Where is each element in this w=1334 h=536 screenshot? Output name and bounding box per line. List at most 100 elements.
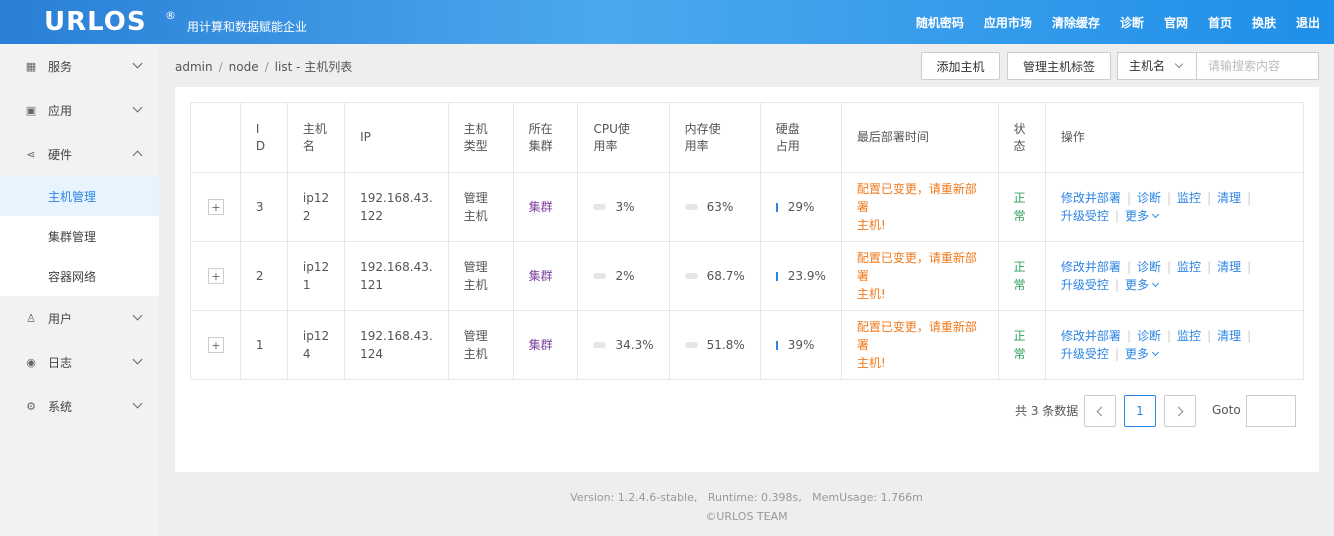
cell-memory: 68.7%	[668, 241, 761, 311]
upgrade-agent-link[interactable]: 升级受控	[1061, 209, 1109, 223]
col-cluster[interactable]: 所在 集群	[512, 102, 579, 173]
action-divider: |	[1247, 191, 1252, 205]
cluster-link[interactable]: 集群	[529, 269, 553, 283]
top-nav: 随机密码 应用市场 清除缓存 诊断 官网 首页 换肤 退出	[896, 0, 1320, 44]
sidebar-item-logs[interactable]: ◉ 日志	[0, 340, 159, 384]
chevron-right-icon	[1173, 406, 1184, 416]
sidebar-item-host-management[interactable]: 主机管理	[0, 176, 159, 216]
nav-diagnose[interactable]: 诊断	[1120, 14, 1144, 31]
cpu-usage-value: 34.3%	[615, 338, 654, 352]
cell-hostname: ip12 1	[286, 241, 346, 311]
expand-row-button[interactable]: +	[208, 199, 224, 215]
cell-host-type: 管理 主机	[447, 241, 514, 311]
sidebar-item-label: 日志	[48, 355, 73, 370]
col-ip[interactable]: IP	[344, 102, 449, 173]
clean-link[interactable]: 清理	[1217, 260, 1241, 274]
footer: Version: 1.2.4.6-stable, Runtime: 0.398s…	[159, 488, 1334, 526]
sidebar-item-users[interactable]: ♙ 用户	[0, 296, 159, 340]
nav-skin[interactable]: 换肤	[1252, 14, 1276, 31]
cluster-link[interactable]: 集群	[529, 200, 553, 214]
nav-logout[interactable]: 退出	[1296, 14, 1320, 31]
col-disk[interactable]: 硬盘 占用	[759, 102, 842, 173]
goto-page-input[interactable]	[1246, 395, 1296, 427]
col-memory[interactable]: 内存使 用率	[668, 102, 761, 173]
search-field-select[interactable]: 主机名	[1117, 52, 1197, 80]
cell-actions: 修改并部署 | 诊断 | 监控 | 清理 | 升级受控 | 更多	[1044, 241, 1305, 311]
expand-row-button[interactable]: +	[208, 268, 224, 284]
cpu-usage-value: 3%	[615, 200, 635, 214]
col-status[interactable]: 状 态	[997, 102, 1046, 173]
breadcrumb-node[interactable]: node	[229, 60, 259, 74]
breadcrumb-list[interactable]: list	[275, 60, 293, 74]
disk-usage-value: 23.9%	[787, 269, 826, 283]
action-divider: |	[1167, 191, 1172, 205]
clean-link[interactable]: 清理	[1217, 329, 1241, 343]
diagnose-link[interactable]: 诊断	[1137, 260, 1161, 274]
expand-row-button[interactable]: +	[208, 337, 224, 353]
monitor-link[interactable]: 监控	[1177, 260, 1201, 274]
sidebar-item-container-network[interactable]: 容器网络	[0, 256, 159, 296]
action-divider: |	[1207, 329, 1212, 343]
nav-home[interactable]: 首页	[1208, 14, 1232, 31]
sidebar-item-label: 用户	[48, 311, 73, 326]
nav-app-market[interactable]: 应用市场	[984, 14, 1032, 31]
col-id[interactable]: I D	[239, 102, 288, 173]
more-actions-link[interactable]: 更多	[1125, 278, 1160, 292]
diagnose-link[interactable]: 诊断	[1137, 191, 1161, 205]
sidebar-item-label: 硬件	[48, 147, 73, 162]
chevron-down-icon	[132, 102, 143, 113]
upgrade-agent-link[interactable]: 升级受控	[1061, 347, 1109, 361]
col-last-deploy[interactable]: 最后部署时间	[840, 102, 999, 173]
cell-cpu: 2%	[577, 241, 670, 311]
breadcrumb-admin[interactable]: admin	[175, 60, 213, 74]
host-table: I D 主机 名 IP 主机 类型 所在 集群 CPU使 用率 内存使 用率 硬…	[190, 102, 1305, 380]
sidebar-item-services[interactable]: ▦ 服务	[0, 44, 159, 88]
breadcrumb: admin / node / list - 主机列表	[175, 58, 352, 75]
sidebar-item-label: 服务	[48, 59, 73, 74]
nav-official-site[interactable]: 官网	[1164, 14, 1188, 31]
sidebar-item-apps[interactable]: ▣ 应用	[0, 88, 159, 132]
modify-deploy-link[interactable]: 修改并部署	[1061, 191, 1121, 205]
nav-clear-cache[interactable]: 清除缓存	[1052, 14, 1100, 31]
chevron-down-icon	[1151, 210, 1160, 219]
col-hostname[interactable]: 主机 名	[286, 102, 346, 173]
action-divider: |	[1114, 278, 1119, 292]
table-row: +1 ip12 4 192.168.43. 124 管理 主机 集群 34.3% 51.8%…	[190, 310, 1305, 380]
nav-random-password[interactable]: 随机密码	[916, 14, 964, 31]
more-actions-link[interactable]: 更多	[1125, 209, 1160, 223]
modify-deploy-link[interactable]: 修改并部署	[1061, 329, 1121, 343]
cluster-link[interactable]: 集群	[529, 338, 553, 352]
action-divider: |	[1167, 329, 1172, 343]
table-header-row: I D 主机 名 IP 主机 类型 所在 集群 CPU使 用率 内存使 用率 硬…	[190, 102, 1305, 173]
cell-cluster: 集群	[512, 310, 579, 380]
cell-cpu: 3%	[577, 172, 670, 242]
prev-page-button[interactable]	[1084, 395, 1116, 427]
sidebar-item-system[interactable]: ⚙ 系统	[0, 384, 159, 428]
sidebar-item-hardware[interactable]: ⋖ 硬件	[0, 132, 159, 176]
search-input[interactable]	[1197, 52, 1319, 80]
upgrade-agent-link[interactable]: 升级受控	[1061, 278, 1109, 292]
diagnose-link[interactable]: 诊断	[1137, 329, 1161, 343]
modify-deploy-link[interactable]: 修改并部署	[1061, 260, 1121, 274]
col-cpu[interactable]: CPU使 用率	[577, 102, 670, 173]
page-1-button[interactable]: 1	[1124, 395, 1156, 427]
manage-host-tags-button[interactable]: 管理主机标签	[1007, 52, 1111, 80]
cell-hostname: ip12 2	[286, 172, 346, 242]
breadcrumb-separator: /	[218, 60, 223, 74]
disk-usage-value: 39%	[787, 338, 815, 352]
add-host-button[interactable]: 添加主机	[921, 52, 1000, 80]
memory-usage-bar	[684, 204, 698, 210]
more-actions-link[interactable]: 更多	[1125, 347, 1160, 361]
next-page-button[interactable]	[1164, 395, 1196, 427]
chevron-left-icon	[1096, 406, 1107, 416]
version-info: Version: 1.2.4.6-stable, Runtime: 0.398s…	[570, 491, 923, 504]
clean-link[interactable]: 清理	[1217, 191, 1241, 205]
monitor-link[interactable]: 监控	[1177, 329, 1201, 343]
logo[interactable]: URLOS	[44, 7, 147, 37]
monitor-link[interactable]: 监控	[1177, 191, 1201, 205]
cell-disk: 39%	[759, 310, 842, 380]
share-icon: ⋖	[26, 147, 36, 161]
col-host-type[interactable]: 主机 类型	[447, 102, 514, 173]
sidebar-item-cluster-management[interactable]: 集群管理	[0, 216, 159, 256]
cpu-usage-value: 2%	[615, 269, 635, 283]
